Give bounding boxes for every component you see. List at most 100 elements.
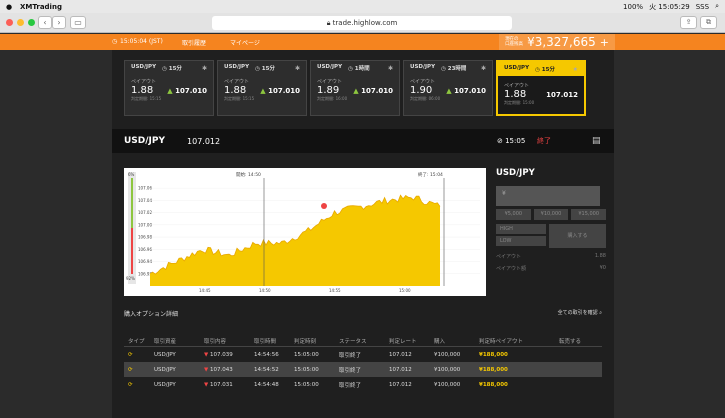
forward-button[interactable]: › bbox=[52, 16, 66, 29]
cell-asset: USD/JPY bbox=[154, 366, 176, 373]
cell-rate: 107.012 bbox=[389, 351, 412, 358]
view-all-link[interactable]: 全ての取引を確認 ⌕ bbox=[558, 309, 602, 316]
card-payout: 1.88 bbox=[224, 85, 247, 96]
card-expiry: 判定期間: 16:00 bbox=[317, 96, 348, 101]
type-icon: ⟳ bbox=[128, 381, 133, 388]
card-payout: 1.90 bbox=[410, 85, 433, 96]
card-payout-label: ペイアウト bbox=[504, 83, 530, 89]
sidebar-icon[interactable]: ▭ bbox=[70, 16, 86, 29]
cell-buy: ¥100,000 bbox=[434, 351, 461, 358]
cell-content: 107.031 bbox=[209, 381, 233, 388]
deposit-button[interactable]: + bbox=[600, 36, 609, 49]
card-expiry: 判定期間: 15:00 bbox=[504, 100, 535, 105]
asset-card[interactable]: USD/JPY ◷ 1時間 ✱ ペイアウト 1.89 ▲ 107.010 判定期間:… bbox=[310, 60, 400, 116]
cell-status: 取引終了 bbox=[339, 367, 362, 374]
back-button[interactable]: ‹ bbox=[38, 16, 52, 29]
table-row[interactable]: ⟳ USD/JPY ▼ 107.039 14:54:56 15:05:00 取引… bbox=[124, 347, 602, 362]
order-pair: USD/JPY bbox=[496, 168, 535, 178]
arrow-down-icon: ▼ bbox=[204, 366, 209, 373]
card-pair: USD/JPY bbox=[504, 65, 530, 71]
table-header: タイプ 取引資産 取引内容 取引時間 判定時刻 ステータス 判定レート 購入 判定時ペイアウト 転… bbox=[124, 336, 602, 347]
card-period: 23時間 bbox=[447, 66, 467, 72]
cell-status: 取引終了 bbox=[339, 352, 362, 359]
browser-toolbar: ‹ › ▭ 🔒︎ trade.highlow.com ⇪ ⧉ bbox=[0, 13, 725, 33]
zoom-icon[interactable] bbox=[28, 19, 35, 26]
card-payout-label: ペイアウト bbox=[410, 79, 436, 85]
user-label[interactable]: SSS bbox=[696, 3, 709, 11]
star-icon[interactable]: ✱ bbox=[388, 65, 393, 72]
arrow-up-icon: ▲ bbox=[446, 87, 452, 95]
server-time: 15:05:04 (JST) bbox=[120, 38, 163, 45]
col-header: 判定時ペイアウト bbox=[479, 339, 524, 345]
asset-card[interactable]: USD/JPY ◷ 15分 ✱ ペイアウト 1.88 ▲ 107.010 判定期間:… bbox=[217, 60, 307, 116]
ratio-low bbox=[131, 228, 133, 274]
asset-card[interactable]: USD/JPY ◷ 15分 ✱ ペイアウト 1.88 ▲ 107.010 判定期間:… bbox=[124, 60, 214, 116]
low-button[interactable]: LOW bbox=[496, 236, 546, 246]
apple-icon[interactable]: ● bbox=[6, 3, 14, 11]
star-icon[interactable]: ✱ bbox=[295, 65, 300, 72]
card-period: 15分 bbox=[261, 66, 275, 72]
status-area: 100% 火 15:05:29 SSS ⌕ bbox=[623, 2, 719, 12]
balance-value: ¥3,327,665 bbox=[527, 35, 596, 49]
cell-rate: 107.012 bbox=[389, 366, 412, 373]
calculator-icon[interactable]: ▤ bbox=[592, 136, 601, 146]
buy-button[interactable]: 購入する bbox=[549, 224, 606, 248]
star-icon[interactable]: ✱ bbox=[202, 65, 207, 72]
preset-10000[interactable]: ¥10,000 bbox=[533, 209, 569, 220]
search-icon[interactable]: ⌕ bbox=[715, 2, 719, 11]
share-icon[interactable]: ⇪ bbox=[680, 16, 697, 29]
star-icon[interactable]: ★ bbox=[573, 66, 578, 73]
balance-label-2: 口座残高 bbox=[505, 42, 524, 47]
price-chart[interactable]: 6% 92% 107.06107.04107.02107.00106.98106… bbox=[124, 168, 486, 296]
asset-card[interactable]: USD/JPY ◷ 15分 ★ ペイアウト 1.88 107.012 判定期間: 1… bbox=[496, 60, 586, 116]
close-icon[interactable] bbox=[6, 19, 13, 26]
table-row[interactable]: ⟳ USD/JPY ▼ 107.031 14:54:48 15:05:00 取引… bbox=[124, 377, 602, 392]
card-rate: 107.012 bbox=[546, 91, 578, 99]
url-text: trade.highlow.com bbox=[332, 19, 398, 27]
star-icon[interactable]: ✱ bbox=[481, 65, 486, 72]
cell-payout: ¥188,000 bbox=[479, 366, 508, 373]
amount-input[interactable]: ¥ bbox=[496, 186, 600, 206]
cell-buy: ¥100,000 bbox=[434, 381, 461, 388]
pair-title: USD/JPY bbox=[124, 136, 166, 146]
card-header: USD/JPY ◷ 15分 bbox=[131, 64, 207, 72]
nav-history[interactable]: 取引履歴 bbox=[182, 38, 206, 47]
balance-box: 現在の 口座残高 ¥3,327,665 + bbox=[499, 34, 615, 50]
app-name[interactable]: XMTrading bbox=[20, 3, 62, 11]
asset-card[interactable]: USD/JPY ◷ 23時間 ✱ ペイアウト 1.90 ▲ 107.010 判定期間… bbox=[403, 60, 493, 116]
nav-mypage[interactable]: マイページ bbox=[230, 38, 260, 47]
card-rate: 107.010 bbox=[454, 87, 486, 95]
cell-content-wrap: ▼ 107.031 bbox=[204, 382, 254, 388]
clock-icon: ◷ 15分 bbox=[535, 67, 555, 73]
high-button[interactable]: HIGH bbox=[496, 224, 546, 234]
preset-5000[interactable]: ¥5,000 bbox=[496, 209, 531, 220]
max-label: ペイアウト額 bbox=[496, 266, 527, 272]
cell-payout: ¥188,000 bbox=[479, 381, 508, 388]
trading-panel: USD/JPY ◷ 15分 ✱ ペイアウト 1.88 ▲ 107.010 判定期間:… bbox=[112, 50, 614, 418]
col-header: ステータス bbox=[339, 339, 367, 345]
card-period: 15分 bbox=[168, 66, 182, 72]
url-bar[interactable]: 🔒︎ trade.highlow.com bbox=[212, 16, 512, 30]
arrow-up-icon: ▲ bbox=[167, 87, 173, 95]
battery-label[interactable]: 100% bbox=[623, 3, 643, 11]
x-tick-label: 14:50 bbox=[259, 288, 271, 293]
expiry-time-text: 15:05 bbox=[505, 137, 526, 145]
tabs-icon[interactable]: ⧉ bbox=[700, 16, 717, 29]
cell-time: 14:54:52 bbox=[254, 366, 279, 373]
payout-value: 1.88 bbox=[594, 253, 606, 259]
card-payout-label: ペイアウト bbox=[317, 79, 343, 85]
table-body: ⟳ USD/JPY ▼ 107.039 14:54:56 15:05:00 取引… bbox=[124, 347, 602, 392]
card-period: 1時間 bbox=[354, 66, 370, 72]
cell-buy: ¥100,000 bbox=[434, 366, 461, 373]
card-pair: USD/JPY bbox=[317, 64, 343, 70]
clock-label[interactable]: 火 15:05:29 bbox=[649, 2, 690, 12]
preset-15000[interactable]: ¥15,000 bbox=[571, 209, 607, 220]
table-row[interactable]: ⟳ USD/JPY ▼ 107.043 14:54:52 15:05:00 取引… bbox=[124, 362, 602, 377]
x-tick-label: 14:45 bbox=[199, 288, 211, 293]
clock-icon: ◷ 23時間 bbox=[441, 66, 467, 72]
minimize-icon[interactable] bbox=[17, 19, 24, 26]
card-payout: 1.88 bbox=[131, 85, 154, 96]
card-pair: USD/JPY bbox=[410, 64, 436, 70]
cell-content-wrap: ▼ 107.039 bbox=[204, 352, 254, 358]
card-expiry: 判定期間: 06:00 bbox=[410, 96, 441, 101]
